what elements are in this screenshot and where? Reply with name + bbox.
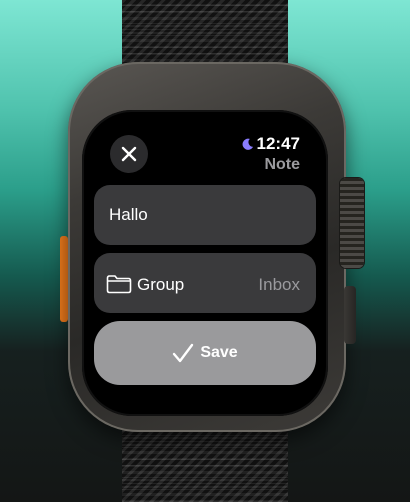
moon-icon — [242, 138, 253, 150]
page-title: Note — [264, 156, 300, 173]
clock-time: 12:47 — [256, 134, 300, 153]
note-text-field[interactable]: Hallo — [94, 185, 316, 245]
digital-crown[interactable] — [340, 178, 364, 268]
folder-icon — [106, 275, 132, 294]
checkmark-icon — [173, 343, 194, 363]
save-label: Save — [200, 344, 238, 361]
action-button[interactable] — [60, 236, 68, 322]
group-label: Group — [137, 275, 185, 294]
watch-screen: 12:47 Note Hallo Group Inbox Save — [82, 110, 328, 416]
close-button[interactable] — [110, 135, 148, 173]
note-text-value: Hallo — [109, 205, 148, 224]
close-icon — [121, 146, 137, 162]
group-value: Inbox — [258, 275, 300, 294]
save-button[interactable]: Save — [94, 321, 316, 385]
group-picker[interactable]: Group Inbox — [94, 253, 316, 313]
side-button[interactable] — [344, 286, 356, 344]
status-bar: 12:47 — [241, 134, 300, 154]
